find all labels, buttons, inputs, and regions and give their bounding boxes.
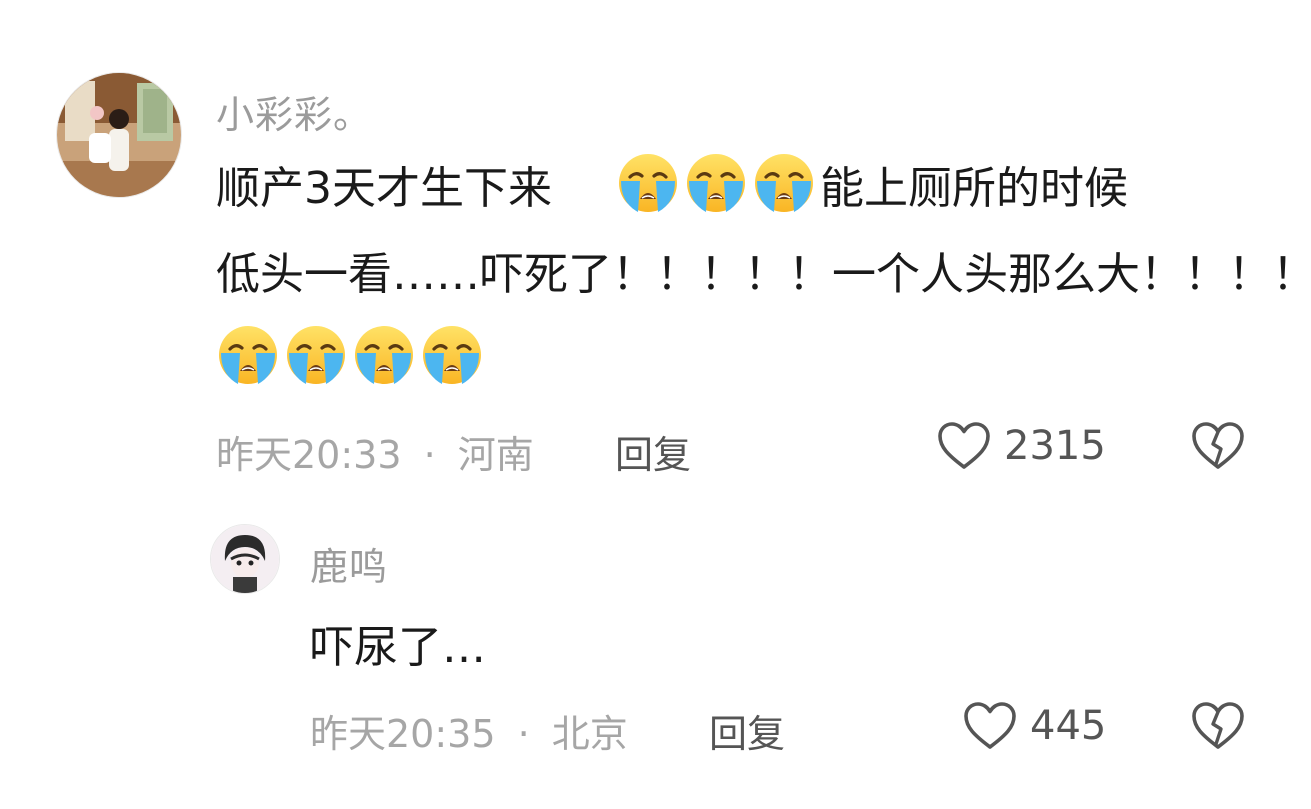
comment-text-part: 低头一看……吓死了！！！！！一个人头那么大！！！！ [216,249,1311,300]
loudly-crying-face-icon [684,151,748,215]
reply-button[interactable]: 回复 [615,424,691,479]
loudly-crying-face-icon [216,323,280,387]
broken-heart-icon [1192,702,1244,749]
meta-separator: · [423,433,436,477]
comment-text-part: 能上厕所的时候 [820,163,1128,214]
avatar[interactable] [56,72,182,198]
loudly-crying-face-icon [752,151,816,215]
like-count: 2315 [1004,423,1106,469]
dislike-button[interactable] [1190,700,1246,752]
comment-line: 吓尿了… [310,622,486,673]
comment-meta: 昨天20:33 · 河南 [216,424,534,479]
dislike-button[interactable] [1190,420,1246,472]
comment-location: 河南 [457,433,534,477]
comment-time: 昨天20:35 [310,712,496,756]
broken-heart-icon [1192,422,1244,469]
comment-time: 昨天20:33 [216,433,402,477]
like-button[interactable]: 445 [962,700,1106,752]
reply-button[interactable]: 回复 [709,703,785,758]
loudly-crying-face-icon [420,323,484,387]
meta-separator: · [517,712,530,756]
like-button[interactable]: 2315 [936,420,1106,472]
comment-text: 吓尿了… [310,605,486,691]
comment-text: 顺产3天才生下来 能上厕所的时候 低头一看……吓死了！！！！！一个人头那么大！！！… [216,146,1311,404]
comment-text-part: 顺产3天才生下来 [216,163,552,214]
comment-line: 低头一看……吓死了！！！！！一个人头那么大！！！！ [216,232,1311,318]
comment-line [216,318,1311,404]
like-count: 445 [1030,703,1107,749]
comment-username[interactable]: 小彩彩。 [216,84,372,139]
loudly-crying-face-icon [616,151,680,215]
avatar-photo [57,73,181,197]
comment-meta: 昨天20:35 · 北京 [310,703,628,758]
comment-location: 北京 [551,712,628,756]
loudly-crying-face-icon [284,323,348,387]
heart-icon [938,422,990,469]
heart-icon [964,702,1016,749]
avatar-photo [211,525,279,593]
comment-line: 顺产3天才生下来 能上厕所的时候 [216,146,1311,232]
avatar[interactable] [210,524,280,594]
loudly-crying-face-icon [352,323,416,387]
comment-username[interactable]: 鹿鸣 [310,536,388,591]
